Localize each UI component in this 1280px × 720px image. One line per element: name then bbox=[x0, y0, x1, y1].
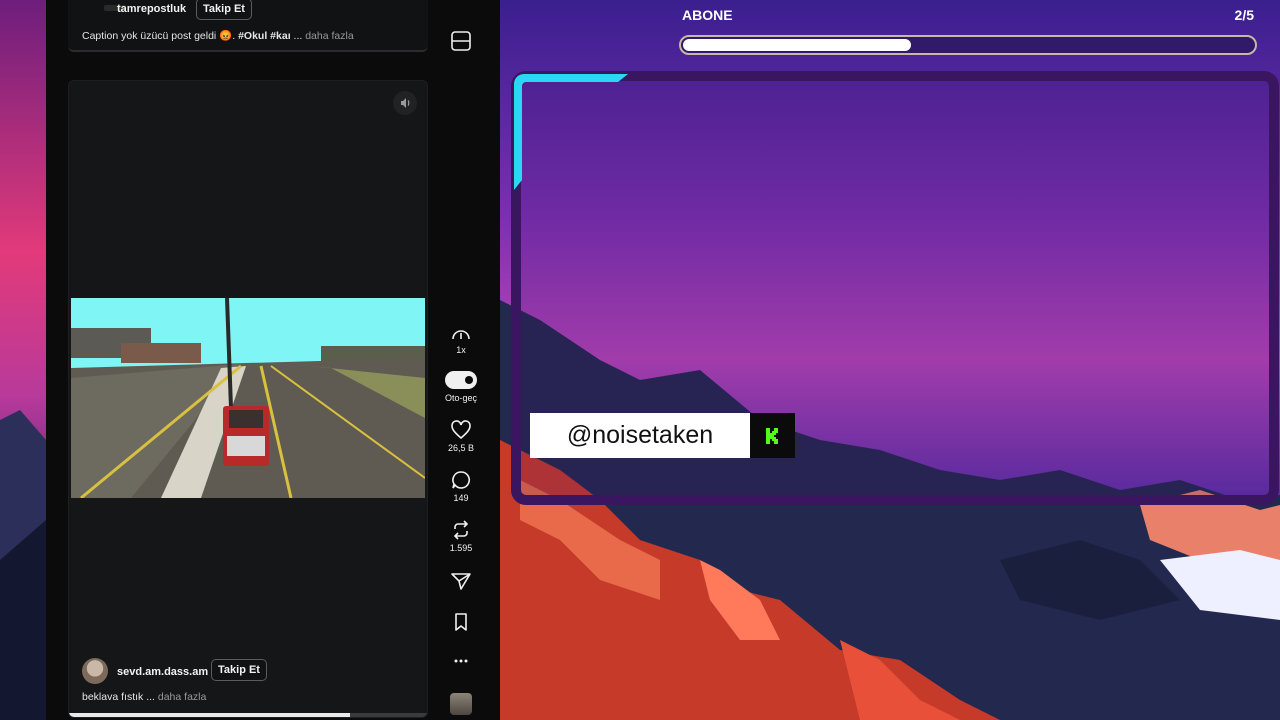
heart-icon bbox=[451, 420, 471, 440]
layout-button[interactable] bbox=[440, 30, 482, 52]
comment-icon bbox=[452, 471, 470, 489]
caption-text: beklava fıstık ... bbox=[82, 691, 158, 703]
reels-feed: tamrepostluk Takip Et Caption yok üzücü … bbox=[46, 0, 500, 720]
speed-gauge-icon bbox=[452, 330, 470, 340]
more-link[interactable]: daha fazla bbox=[158, 691, 206, 703]
post-caption: beklava fıstık ... daha fazla bbox=[82, 691, 206, 703]
post-username[interactable]: sevd.am.dass.am bbox=[117, 666, 208, 678]
like-count: 26,5 B bbox=[447, 443, 475, 453]
speed-label: 1x bbox=[456, 345, 466, 355]
more-options-button[interactable] bbox=[440, 0, 482, 4]
repost-count: 1.595 bbox=[449, 543, 473, 553]
layout-icon bbox=[451, 31, 471, 51]
repost-icon bbox=[453, 520, 469, 540]
post-card: tamrepostluk Takip Et Caption yok üzücü … bbox=[68, 0, 428, 52]
more-link[interactable]: daha fazla bbox=[305, 30, 353, 42]
post-caption: Caption yok üzücü post geldi 😡. #Okul #k… bbox=[82, 29, 354, 42]
goal-progress-bar bbox=[679, 35, 1257, 55]
save-button[interactable] bbox=[440, 612, 482, 632]
kick-icon bbox=[766, 428, 778, 444]
follow-button[interactable]: Takip Et bbox=[196, 0, 252, 20]
kick-logo bbox=[750, 413, 795, 458]
caption-hashtags[interactable]: #Okul #kaı bbox=[238, 30, 291, 42]
more-icon bbox=[451, 0, 471, 4]
repost-button[interactable]: 1.595 bbox=[440, 520, 482, 553]
speed-button[interactable]: 1x bbox=[440, 326, 482, 355]
streamer-handle: @noisetaken bbox=[530, 413, 750, 458]
video-frame bbox=[71, 298, 425, 498]
video-progress-bar[interactable] bbox=[69, 713, 427, 717]
caption-ellipsis: ... bbox=[290, 30, 306, 42]
comment-count: 149 bbox=[453, 493, 469, 503]
volume-button[interactable] bbox=[393, 91, 417, 115]
bookmark-icon bbox=[455, 613, 467, 631]
like-button[interactable]: 26,5 B bbox=[440, 420, 482, 453]
autoplay-toggle[interactable]: Oto-geç bbox=[440, 371, 482, 403]
toggle-icon bbox=[445, 371, 477, 389]
post-username[interactable]: tamrepostluk bbox=[117, 3, 186, 15]
ellipsis-icon bbox=[454, 659, 468, 663]
more-actions-button[interactable] bbox=[440, 655, 482, 667]
video-post[interactable]: sevd.am.dass.am Takip Et beklava fıstık … bbox=[68, 80, 428, 718]
goal-count: 2/5 bbox=[1234, 7, 1254, 23]
caption-text: Caption yok üzücü post geldi 😡. bbox=[82, 30, 239, 42]
goal-progress-fill bbox=[683, 39, 911, 51]
comment-button[interactable]: 149 bbox=[440, 470, 482, 503]
follow-button[interactable]: Takip Et bbox=[211, 659, 267, 681]
audio-thumbnail[interactable] bbox=[450, 693, 472, 715]
video-progress-fill bbox=[69, 713, 350, 717]
avatar[interactable] bbox=[82, 658, 108, 684]
goal-label: ABONE bbox=[682, 7, 733, 23]
autoplay-label: Oto-geç bbox=[444, 393, 477, 403]
speaker-icon bbox=[401, 98, 410, 108]
send-icon bbox=[451, 573, 471, 590]
share-button[interactable] bbox=[440, 571, 482, 591]
